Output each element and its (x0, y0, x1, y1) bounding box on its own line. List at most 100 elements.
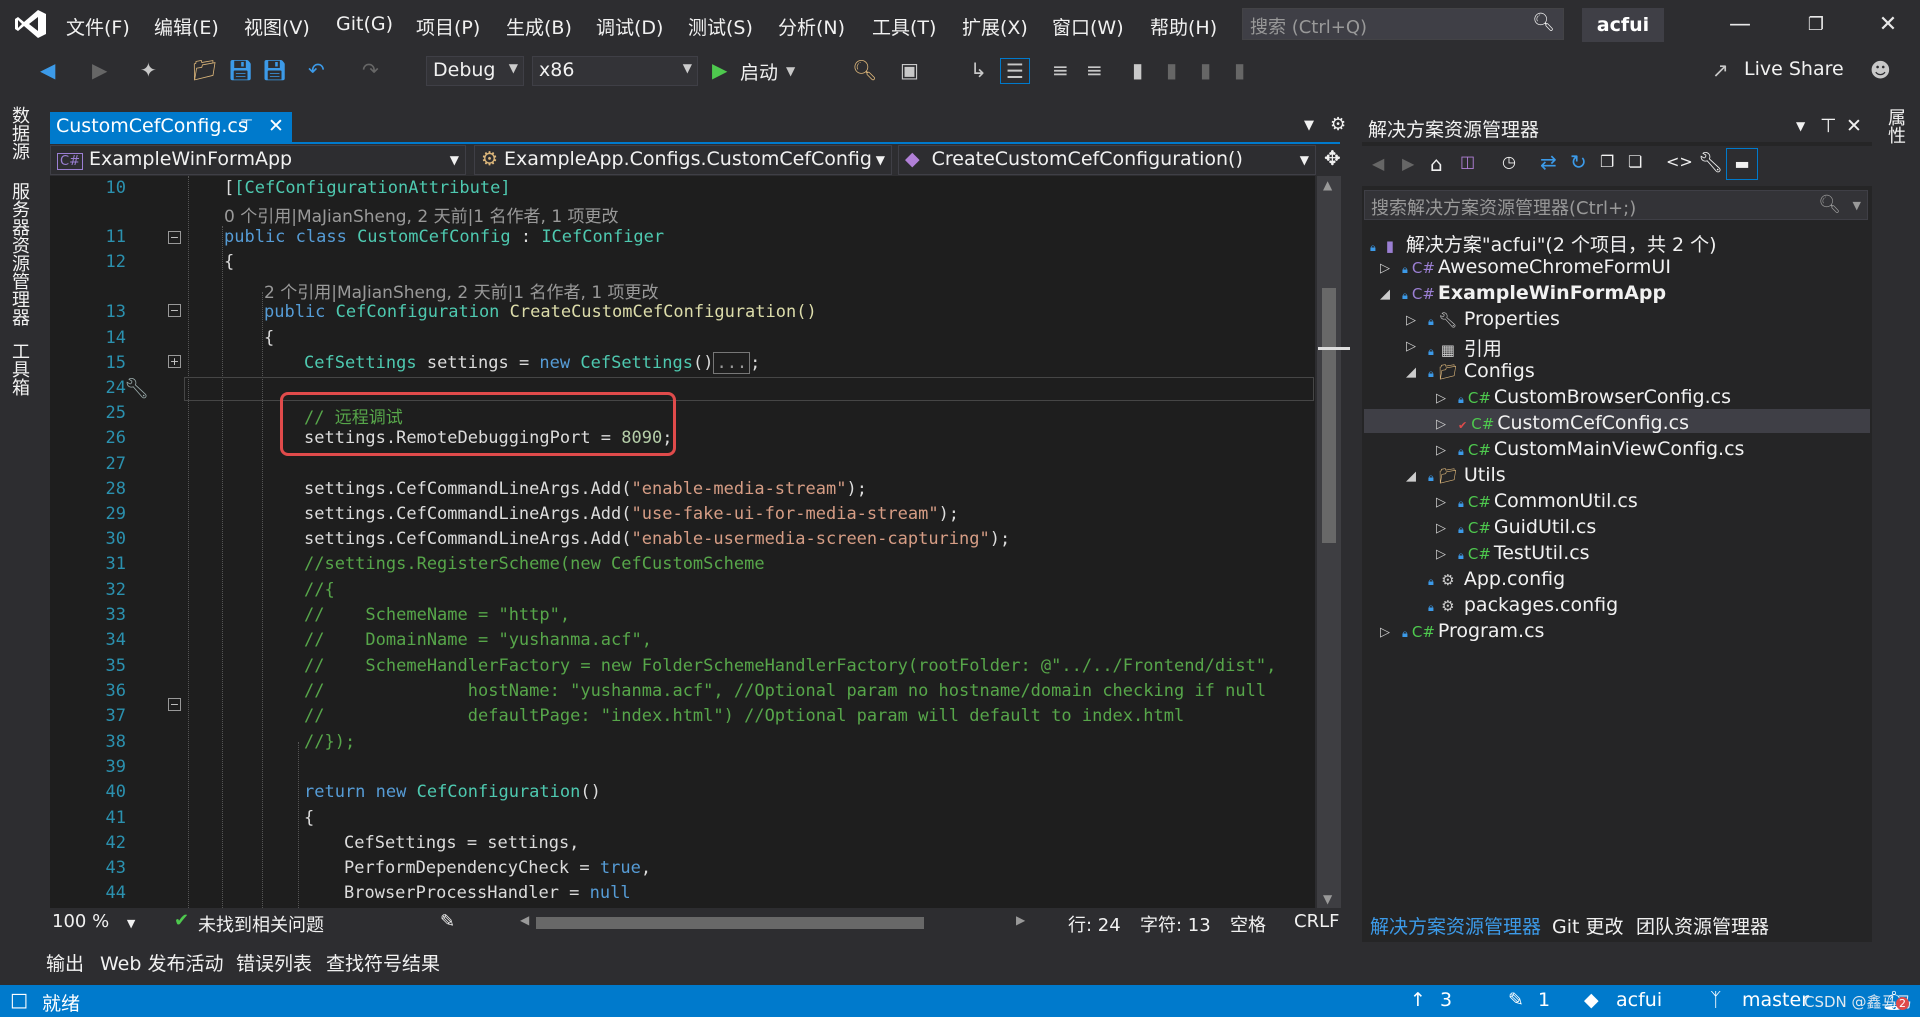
menu-item[interactable]: 生成(B) (506, 13, 572, 40)
expander-icon[interactable]: ▷ (1436, 391, 1446, 406)
tree-item-properties[interactable]: 🔒︎ 🔧︎ Properties (1428, 308, 1560, 330)
expander-icon[interactable]: ▷ (1406, 339, 1416, 354)
browser-link-icon[interactable]: ▣ (900, 58, 919, 82)
indent-icon[interactable]: ≡ (1052, 58, 1069, 82)
codelens-method[interactable]: 2 个引用|MaJianSheng, 2 天前|1 名作者, 1 项更改 (264, 278, 659, 303)
scroll-up-icon[interactable]: ▲ (1323, 178, 1332, 192)
collapsed-block[interactable]: ... (713, 352, 751, 374)
redo-icon[interactable]: ↷ (362, 58, 379, 82)
horizontal-scrollbar-thumb[interactable] (536, 917, 924, 929)
solution-node[interactable]: 🔒︎ ▮ 解决方案"acfui"(2 个项目，共 2 个) (1370, 230, 1717, 257)
collapse-all-icon[interactable]: ❐ (1600, 152, 1614, 171)
menu-item[interactable]: 项目(P) (416, 13, 480, 40)
bookmark-prev-icon[interactable]: ▮ (1166, 58, 1177, 82)
feedback-icon[interactable]: ☻ (1870, 58, 1891, 82)
pin-icon[interactable]: ⊤ (240, 116, 253, 134)
menu-item[interactable]: 视图(V) (244, 13, 310, 40)
menu-item[interactable]: Git(G) (336, 13, 393, 35)
step-icon[interactable]: ↳ (970, 58, 987, 82)
forward-icon[interactable]: ▶ (1402, 154, 1414, 173)
col-indicator[interactable]: 字符: 13 (1140, 911, 1211, 937)
platform-dropdown[interactable]: x86 ▼ (532, 56, 698, 86)
tree-item-references[interactable]: 🔒︎ ▦ 引用 (1428, 334, 1502, 361)
back-icon[interactable]: ◀︎ (40, 58, 55, 82)
tab-list-dropdown-icon[interactable]: ▼ (1304, 118, 1314, 133)
tab-toolbox[interactable]: 工具箱 (9, 342, 32, 396)
expander-icon[interactable]: ◢ (1406, 469, 1416, 484)
fold-toggle-icon[interactable]: − (168, 698, 181, 711)
menu-item[interactable]: 编辑(E) (154, 13, 219, 40)
class-dropdown[interactable]: ⚙ ExampleApp.Configs.CustomCefConfig ▼ (474, 145, 892, 175)
tab-find-symbol[interactable]: 查找符号结果 (326, 949, 440, 976)
expander-icon[interactable]: ▷ (1436, 495, 1446, 510)
expand-toggle-icon[interactable]: + (168, 355, 181, 368)
panel-dropdown-icon[interactable]: ▼ (1796, 119, 1805, 133)
new-project-icon[interactable]: ✦ (140, 58, 157, 82)
bookmark-clear-icon[interactable]: ▮ (1234, 58, 1245, 82)
open-folder-icon[interactable]: 📁︎ (192, 58, 217, 82)
config-dropdown[interactable]: Debug ▼ (426, 56, 524, 86)
git-brush-icon[interactable]: ✎ (440, 911, 455, 932)
tab-web-publish[interactable]: Web 发布活动 (100, 949, 223, 976)
sync-icon[interactable]: ⇄ (1540, 150, 1557, 174)
scroll-thumb[interactable] (1322, 288, 1336, 543)
layout-toggle-icon[interactable]: ☰ (1000, 58, 1030, 84)
bookmark-icon[interactable]: ▮ (1132, 58, 1143, 82)
menu-item[interactable]: 帮助(H) (1150, 13, 1217, 40)
menu-item[interactable]: 分析(N) (778, 13, 845, 40)
close-window-icon[interactable]: ✕ (1868, 8, 1908, 42)
live-share-button[interactable]: Live Share (1744, 58, 1844, 80)
eol-indicator[interactable]: CRLF (1294, 911, 1339, 932)
tab-properties[interactable]: 属性 (1885, 108, 1908, 144)
menu-item[interactable]: 工具(T) (872, 13, 936, 40)
split-editor-icon[interactable]: ✥ (1324, 146, 1341, 170)
pin-icon[interactable]: ⊤ (1820, 115, 1837, 137)
folder-node[interactable]: 🔒︎ 📁︎ Utils (1428, 464, 1506, 486)
home-icon[interactable]: ⌂ (1430, 152, 1443, 176)
menu-item[interactable]: 调试(D) (596, 13, 663, 40)
vs-logo-icon[interactable] (14, 8, 48, 40)
save-all-icon[interactable]: 💾︎ (262, 58, 287, 82)
menu-item[interactable]: 测试(S) (688, 13, 753, 40)
expander-icon[interactable]: ▷ (1406, 313, 1416, 328)
member-dropdown[interactable]: ◆ CreateCustomCefConfiguration() ▼ (898, 145, 1316, 175)
live-share-icon[interactable]: ↗ (1712, 58, 1729, 82)
file-node[interactable]: 🔒︎ C# GuidUtil.cs (1458, 516, 1596, 538)
switch-view-icon[interactable]: ◫ (1460, 152, 1475, 171)
tab-output[interactable]: 输出 (46, 949, 84, 976)
issues-status[interactable]: 未找到相关问题 (198, 911, 324, 937)
notification-count[interactable]: 2 (1896, 997, 1909, 1010)
tab-team-explorer[interactable]: 团队资源管理器 (1636, 912, 1769, 939)
tab-server-explorer[interactable]: 服务器资源管理器 (9, 182, 32, 326)
file-node[interactable]: 🔒︎ C# CommonUtil.cs (1458, 490, 1638, 512)
file-node[interactable]: 🔒︎ C# TestUtil.cs (1458, 542, 1590, 564)
preview-toggle-icon[interactable]: ▬ (1726, 148, 1758, 180)
bookmark-next-icon[interactable]: ▮ (1200, 58, 1211, 82)
tab-error-list[interactable]: 错误列表 (236, 949, 312, 976)
codelens-class[interactable]: 0 个引用|MaJianSheng, 2 天前|1 名作者, 1 项更改 (224, 202, 619, 227)
file-node[interactable]: 🔒︎ ⚙ packages.config (1428, 594, 1618, 616)
tab-git-changes[interactable]: Git 更改 (1552, 912, 1624, 939)
menu-item[interactable]: 扩展(X) (962, 13, 1028, 40)
expander-icon[interactable]: ◢ (1406, 365, 1416, 380)
zoom-dropdown[interactable]: 100 % ▼ (52, 911, 135, 932)
show-all-files-icon[interactable]: ❏ (1628, 152, 1642, 171)
restore-icon[interactable]: ❐ (1796, 8, 1836, 42)
arrow-up-icon[interactable]: ↑ (1410, 989, 1426, 1011)
expander-icon[interactable]: ▷ (1380, 261, 1390, 276)
minimize-icon[interactable]: — (1720, 8, 1760, 42)
file-node[interactable]: 🔒︎ C# CustomMainViewConfig.cs (1458, 438, 1744, 460)
repo-name[interactable]: acfui (1616, 989, 1662, 1011)
close-tab-icon[interactable]: ✕ (268, 115, 284, 137)
search-box[interactable]: 搜索 (Ctrl+Q) 🔍︎ (1242, 8, 1564, 40)
find-in-files-icon[interactable]: 🔍︎ (852, 58, 877, 82)
h-scroll-right-icon[interactable]: ▶ (1016, 913, 1025, 927)
branch-name[interactable]: master (1742, 989, 1809, 1011)
fold-toggle-icon[interactable]: − (168, 231, 181, 244)
expander-icon[interactable]: ◢ (1380, 287, 1390, 302)
start-button[interactable]: 启动 (740, 58, 778, 85)
file-node[interactable]: 🔒︎ ⚙ App.config (1428, 568, 1565, 590)
project-dropdown[interactable]: C# ExampleWinFormApp ▼ (50, 145, 466, 175)
unpushed-count[interactable]: 3 (1440, 989, 1452, 1011)
solution-search-input[interactable]: 搜索解决方案资源管理器(Ctrl+;) 🔍︎ ▼ (1364, 190, 1868, 220)
